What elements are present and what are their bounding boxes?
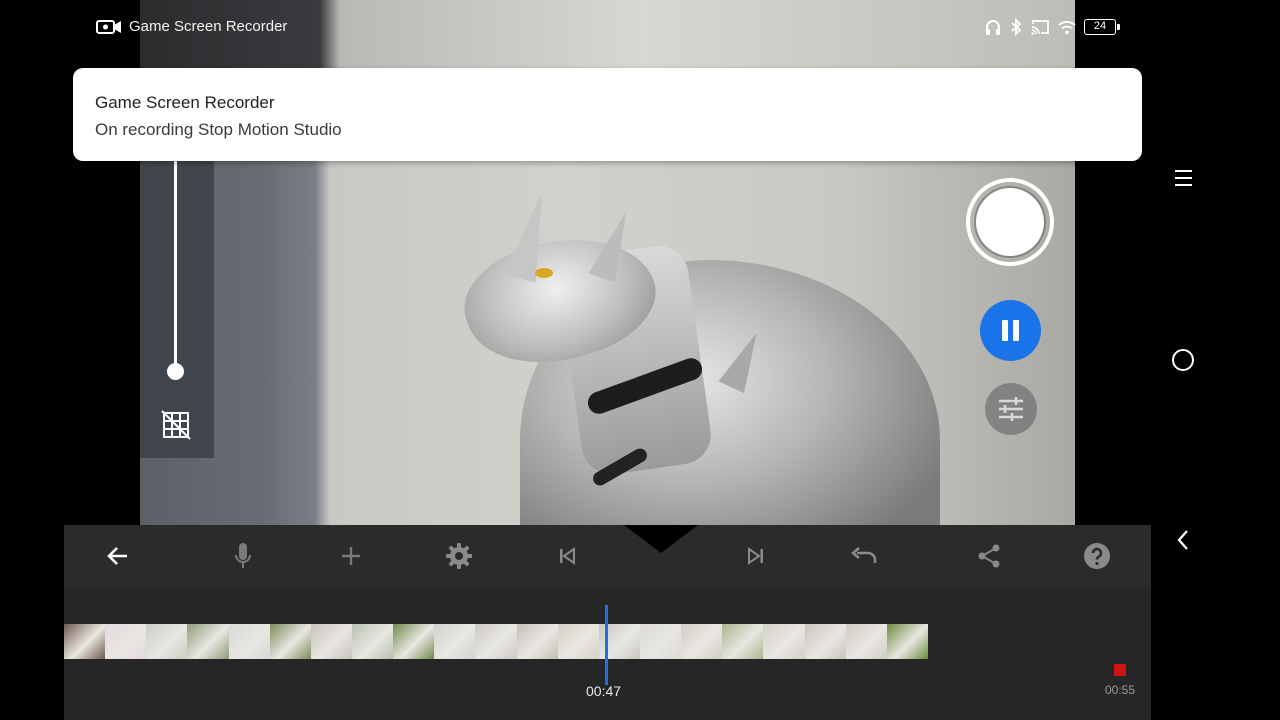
grid-off-icon[interactable]	[161, 410, 191, 440]
timeline-frame[interactable]	[886, 624, 928, 659]
notification-body: On recording Stop Motion Studio	[95, 120, 342, 139]
settings-button[interactable]	[442, 539, 476, 573]
add-button[interactable]	[334, 539, 368, 573]
previous-frame-button[interactable]	[550, 539, 584, 573]
timeline-frame[interactable]	[639, 624, 682, 659]
timeline-frame[interactable]	[351, 624, 394, 659]
timeline-frame[interactable]	[763, 624, 805, 659]
status-bar: Game Screen Recorder 24	[0, 0, 1280, 56]
skip-previous-icon	[560, 547, 575, 565]
next-frame-button[interactable]	[739, 539, 773, 573]
menu-icon[interactable]	[1174, 168, 1193, 188]
wifi-icon	[1058, 21, 1076, 35]
filmstrip[interactable]	[64, 624, 928, 659]
undo-button[interactable]	[847, 539, 881, 573]
figure-eye	[535, 268, 553, 278]
status-icons: 24	[984, 16, 1120, 38]
microphone-button[interactable]	[226, 539, 260, 573]
help-icon	[1084, 543, 1110, 569]
pause-icon	[1013, 320, 1019, 341]
capture-button[interactable]	[966, 178, 1054, 266]
timeline-frame[interactable]	[475, 624, 517, 659]
bluetooth-icon	[1011, 18, 1022, 36]
exposure-panel	[140, 160, 214, 458]
timeline-frame[interactable]	[187, 624, 229, 659]
timeline-frame[interactable]	[557, 624, 599, 659]
pause-icon	[1002, 320, 1008, 341]
pause-button[interactable]	[980, 300, 1041, 361]
cast-icon	[1031, 20, 1049, 35]
system-navigation	[1152, 0, 1280, 720]
back-arrow-button[interactable]	[101, 539, 135, 573]
toolbar-notch	[624, 525, 698, 553]
playhead[interactable]	[605, 605, 608, 685]
timeline[interactable]: 00:47	[64, 587, 1151, 720]
back-icon[interactable]	[1174, 527, 1192, 553]
help-button[interactable]	[1080, 539, 1114, 573]
recording-indicator[interactable]: 00:55	[1089, 653, 1151, 715]
timeline-frame[interactable]	[845, 624, 887, 659]
exposure-slider-thumb[interactable]	[167, 363, 184, 380]
home-icon[interactable]	[1172, 349, 1194, 371]
microphone-icon	[235, 543, 251, 568]
timeline-frame[interactable]	[434, 624, 476, 659]
timeline-frame[interactable]	[146, 624, 188, 659]
arrow-left-icon	[107, 547, 127, 565]
timeline-frame[interactable]	[393, 624, 435, 659]
share-icon	[978, 544, 1000, 568]
timeline-frame[interactable]	[64, 624, 106, 659]
recording-elapsed: 00:55	[1104, 683, 1136, 697]
current-time: 00:47	[586, 683, 622, 699]
timeline-frame[interactable]	[228, 624, 270, 659]
undo-icon	[850, 547, 877, 563]
timeline-frame[interactable]	[516, 624, 558, 659]
adjust-settings-button[interactable]	[985, 383, 1037, 435]
timeline-frame[interactable]	[722, 624, 764, 659]
timeline-frame[interactable]	[310, 624, 352, 659]
headphones-icon	[986, 20, 1000, 35]
recording-notification[interactable]: Game Screen Recorder On recording Stop M…	[73, 68, 1142, 161]
plus-icon	[342, 547, 360, 565]
skip-next-icon	[748, 547, 763, 565]
timeline-frame[interactable]	[105, 624, 147, 659]
screen-recorder-icon	[96, 18, 122, 36]
stop-recording-icon	[1114, 664, 1126, 676]
status-app-name: Game Screen Recorder	[129, 18, 288, 35]
tune-icon	[999, 397, 1023, 421]
gear-icon	[446, 543, 472, 569]
share-button[interactable]	[972, 539, 1006, 573]
editor-toolbar	[64, 525, 1151, 587]
timeline-frame[interactable]	[681, 624, 723, 659]
battery-icon: 24	[1084, 19, 1120, 35]
exposure-slider-track[interactable]	[174, 160, 177, 371]
timeline-frame[interactable]	[804, 624, 846, 659]
timeline-frame[interactable]	[269, 624, 311, 659]
notification-title: Game Screen Recorder	[95, 93, 275, 112]
